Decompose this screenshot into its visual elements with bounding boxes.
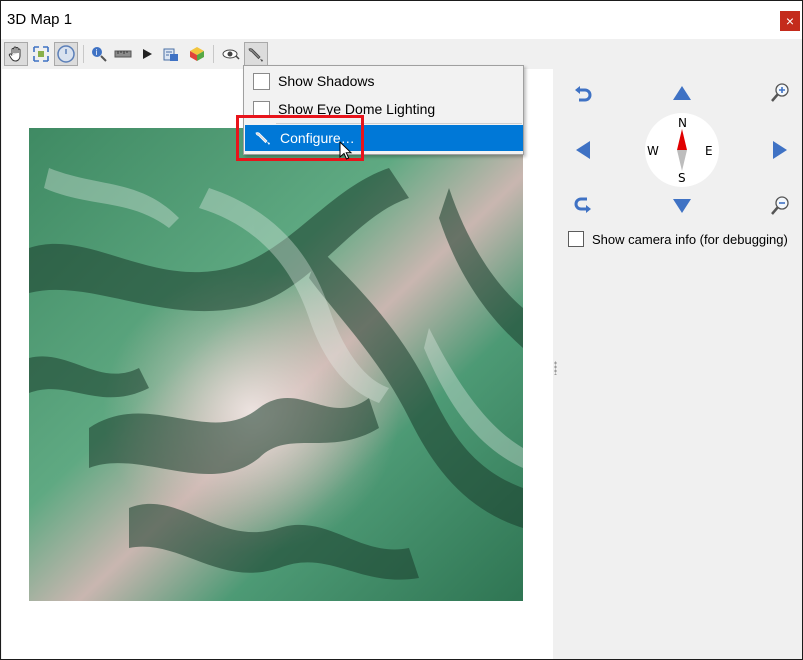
rotate-right-icon[interactable] — [571, 194, 595, 218]
measure-line-icon[interactable] — [111, 42, 135, 66]
zoom-out-icon[interactable] — [768, 194, 792, 218]
export-scene-icon[interactable] — [159, 42, 183, 66]
identify-icon[interactable]: i — [87, 42, 111, 66]
pan-right-arrow-icon[interactable] — [768, 138, 792, 162]
compass-south: S — [678, 171, 686, 185]
compass-north: N — [678, 116, 687, 130]
tilt-up-arrow-icon[interactable] — [670, 81, 694, 105]
camera-view-icon[interactable] — [219, 42, 243, 66]
camera-control-icon[interactable] — [54, 42, 78, 66]
options-wrench-icon[interactable] — [244, 42, 268, 66]
close-button[interactable]: × — [780, 11, 800, 31]
pan-left-arrow-icon[interactable] — [571, 138, 595, 162]
title-bar: 3D Map 1 × — [1, 1, 802, 39]
toolbar-separator — [83, 45, 84, 63]
zoom-full-icon[interactable] — [29, 42, 53, 66]
camera-info-row[interactable]: Show camera info (for debugging) — [568, 230, 788, 248]
rotate-left-icon[interactable] — [571, 81, 595, 105]
compass-east: E — [705, 144, 713, 158]
pan-hand-icon[interactable] — [4, 42, 28, 66]
svg-text:i: i — [96, 48, 98, 57]
mouse-pointer-icon — [339, 141, 353, 160]
menu-item-label: Show Shadows — [278, 73, 375, 89]
play-animation-icon[interactable] — [135, 42, 159, 66]
camera-info-checkbox[interactable] — [568, 231, 584, 247]
compass[interactable]: N S E W — [645, 113, 719, 187]
terrain-render — [29, 128, 523, 601]
window-title: 3D Map 1 — [7, 11, 73, 28]
map-window: 3D Map 1 × i N S E W Show camera info (f… — [0, 0, 803, 660]
tilt-down-arrow-icon[interactable] — [670, 194, 694, 218]
toolbar-separator — [213, 45, 214, 63]
map-themes-icon[interactable] — [185, 42, 209, 66]
zoom-in-icon[interactable] — [768, 81, 792, 105]
navigation-panel: N S E W Show camera info (for debugging) — [557, 69, 802, 659]
compass-needle — [677, 129, 687, 171]
camera-info-label: Show camera info (for debugging) — [592, 231, 788, 247]
show-shadows-checkbox[interactable] — [253, 72, 270, 90]
compass-west: W — [647, 144, 659, 158]
menu-item-show-shadows[interactable]: Show Shadows — [245, 68, 523, 94]
